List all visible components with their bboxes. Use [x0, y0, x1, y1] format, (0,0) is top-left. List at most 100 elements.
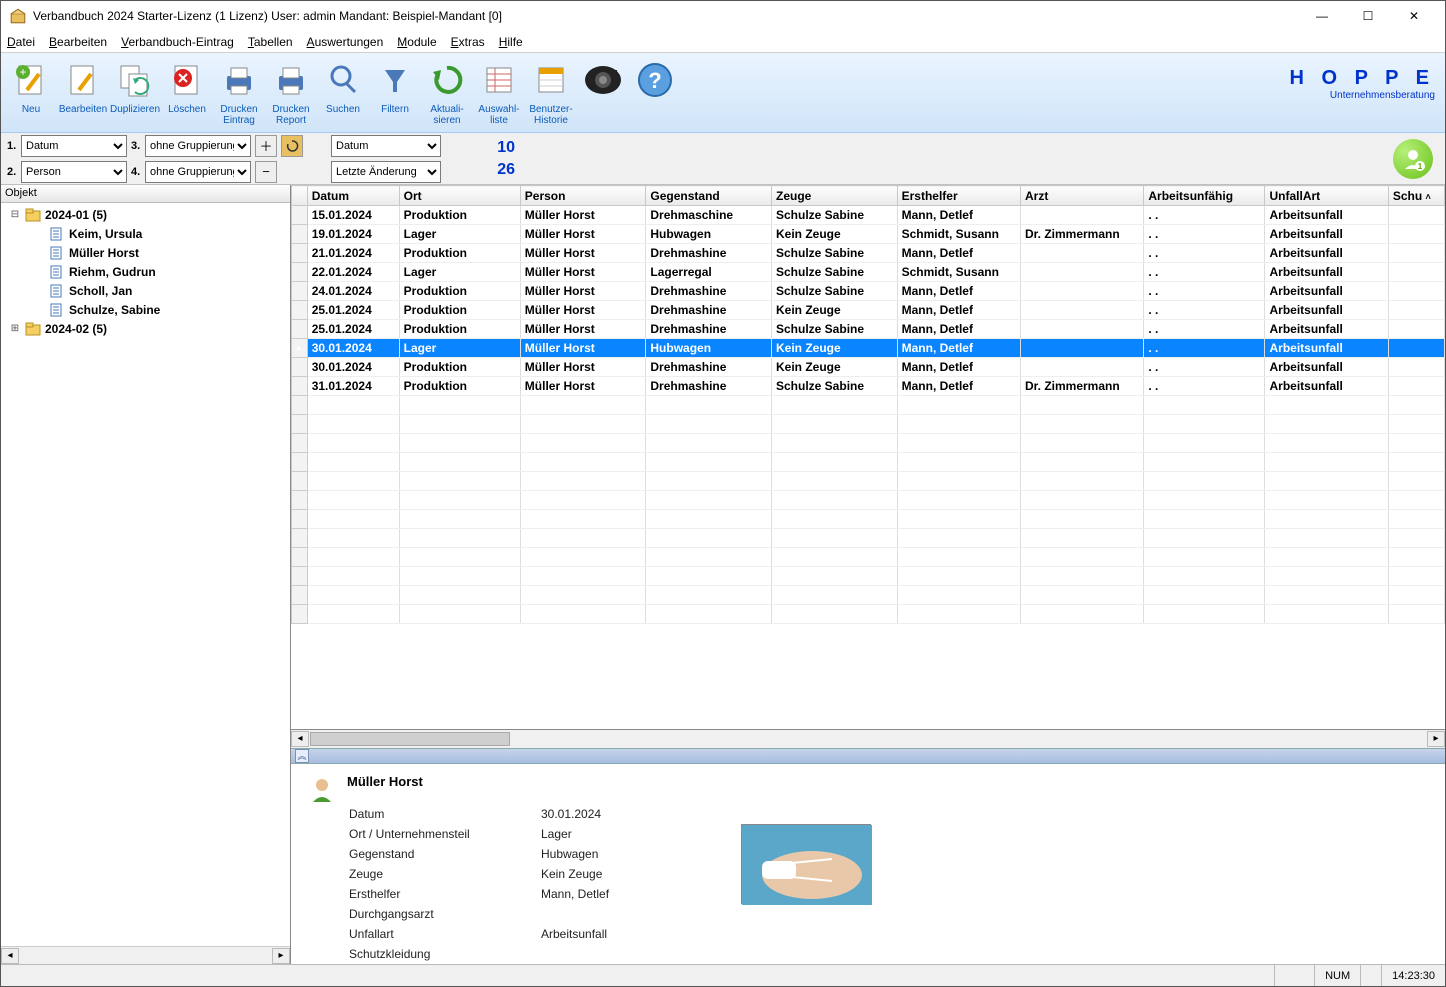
tree-panel: Objekt ⊟2024-01 (5)Keim, UrsulaMüller Ho…	[1, 185, 291, 964]
tb-auswahlliste[interactable]: Auswahl- liste	[473, 56, 525, 130]
logo: H O P P E Unternehmensberatung	[1289, 67, 1435, 101]
tb-suchen[interactable]: Suchen	[317, 56, 369, 130]
menu-bearbeiten[interactable]: Bearbeiten	[49, 35, 107, 49]
svg-text:?: ?	[648, 68, 661, 93]
menu-module[interactable]: Module	[397, 35, 436, 49]
detail-label: Ersthelfer	[349, 885, 539, 903]
detail-value	[541, 905, 629, 923]
table-row	[292, 434, 1445, 453]
col-header[interactable]: Arbeitsunfähig	[1144, 186, 1265, 206]
detail-collapse-bar[interactable]: ︽	[291, 748, 1445, 764]
table-row[interactable]: 21.01.2024ProduktionMüller HorstDrehmash…	[292, 244, 1445, 263]
col-header[interactable]: Zeuge	[772, 186, 898, 206]
menu-verbandbuch[interactable]: Verbandbuch-Eintrag	[121, 35, 234, 49]
injury-photo	[741, 824, 871, 904]
detail-value: 30.01.2024	[541, 805, 629, 823]
maximize-button[interactable]: ☐	[1345, 1, 1391, 31]
tb-bearbeiten[interactable]: Bearbeiten	[57, 56, 109, 130]
group2-select[interactable]: Person	[21, 161, 127, 183]
chevron-up-icon[interactable]: ︽	[295, 749, 309, 763]
table-row[interactable]: 25.01.2024ProduktionMüller HorstDrehmash…	[292, 301, 1445, 320]
detail-value	[541, 945, 629, 963]
tree-header: Objekt	[1, 185, 290, 203]
sort2-select[interactable]: Letzte Änderung	[331, 161, 441, 183]
tb-duplizieren[interactable]: Duplizieren	[109, 56, 161, 130]
tb-neu[interactable]: +Neu	[5, 56, 57, 130]
table-row[interactable]: 31.01.2024ProduktionMüller HorstDrehmash…	[292, 377, 1445, 396]
detail-label: Ort / Unternehmensteil	[349, 825, 539, 843]
col-header[interactable]: UnfallArt	[1265, 186, 1388, 206]
tree-hscroll[interactable]: ◂▸	[1, 946, 290, 964]
table-row[interactable]: 22.01.2024LagerMüller HorstLagerregalSch…	[292, 263, 1445, 282]
col-header[interactable]: Schu ˄	[1388, 186, 1444, 206]
col-header[interactable]: Arzt	[1020, 186, 1143, 206]
close-button[interactable]: ✕	[1391, 1, 1437, 31]
app-icon	[9, 7, 27, 25]
grid-hscroll[interactable]: ◂▸	[291, 730, 1445, 748]
col-header[interactable]: Gegenstand	[646, 186, 772, 206]
window-titlebar: Verbandbuch 2024 Starter-Lizenz (1 Lizen…	[1, 1, 1445, 31]
menu-datei[interactable]: Datei	[7, 35, 35, 49]
table-row	[292, 491, 1445, 510]
tb-filtern[interactable]: Filtern	[369, 56, 421, 130]
tb-benutzer-historie[interactable]: Benutzer- Historie	[525, 56, 577, 130]
grid[interactable]: DatumOrtPersonGegenstandZeugeErsthelferA…	[291, 185, 1445, 730]
refresh-tree-button[interactable]	[281, 135, 303, 157]
group1-select[interactable]: Datum	[21, 135, 127, 157]
tree[interactable]: ⊟2024-01 (5)Keim, UrsulaMüller HorstRieh…	[1, 203, 290, 946]
add-group-button[interactable]: ＋	[255, 135, 277, 157]
tb-loeschen[interactable]: Löschen	[161, 56, 213, 130]
tree-item[interactable]: Müller Horst	[1, 243, 290, 262]
user-badge-icon[interactable]: 1	[1393, 139, 1433, 179]
tb-drucken-eintrag[interactable]: Drucken Eintrag	[213, 56, 265, 130]
menu-hilfe[interactable]: Hilfe	[499, 35, 523, 49]
detail-name: Müller Horst	[347, 774, 423, 789]
tree-item[interactable]: Scholl, Jan	[1, 281, 290, 300]
detail-label: Datum	[349, 805, 539, 823]
table-row[interactable]: 30.01.2024ProduktionMüller HorstDrehmash…	[292, 358, 1445, 377]
table-row[interactable]: ▸30.01.2024LagerMüller HorstHubwagenKein…	[292, 339, 1445, 358]
detail-value: Arbeitsunfall	[541, 925, 629, 943]
remove-group-button[interactable]: −	[255, 161, 277, 183]
tree-folder[interactable]: ⊞2024-02 (5)	[1, 319, 290, 338]
menu-tabellen[interactable]: Tabellen	[248, 35, 293, 49]
tree-item[interactable]: Schulze, Sabine	[1, 300, 290, 319]
col-header[interactable]: Person	[520, 186, 646, 206]
tree-folder[interactable]: ⊟2024-01 (5)	[1, 205, 290, 224]
table-row	[292, 453, 1445, 472]
col-header[interactable]: Ersthelfer	[897, 186, 1020, 206]
menu-auswertungen[interactable]: Auswertungen	[307, 35, 384, 49]
tb-camera[interactable]	[577, 56, 629, 130]
col-header[interactable]: Datum	[307, 186, 399, 206]
status-time: 14:23:30	[1381, 965, 1445, 986]
tb-help[interactable]: ?	[629, 56, 681, 130]
minimize-button[interactable]: —	[1299, 1, 1345, 31]
table-row[interactable]: 19.01.2024LagerMüller HorstHubwagenKein …	[292, 225, 1445, 244]
tree-item[interactable]: Keim, Ursula	[1, 224, 290, 243]
detail-label: Gegenstand	[349, 845, 539, 863]
sort1-select[interactable]: Datum	[331, 135, 441, 157]
tb-aktualisieren[interactable]: Aktuali- sieren	[421, 56, 473, 130]
toolbar: +Neu Bearbeiten Duplizieren Löschen Druc…	[1, 53, 1445, 133]
table-row	[292, 605, 1445, 624]
detail-value: Hubwagen	[541, 845, 629, 863]
table-row[interactable]: 24.01.2024ProduktionMüller HorstDrehmash…	[292, 282, 1445, 301]
table-row	[292, 415, 1445, 434]
tree-item[interactable]: Riehm, Gudrun	[1, 262, 290, 281]
detail-value: Kein Zeuge	[541, 865, 629, 883]
table-row	[292, 586, 1445, 605]
table-row	[292, 529, 1445, 548]
svg-text:+: +	[19, 65, 26, 79]
filter-bar: 1.Datum 2.Person 3.ohne Gruppierung 4.oh…	[1, 133, 1445, 185]
table-row	[292, 396, 1445, 415]
detail-label: Durchgangsarzt	[349, 905, 539, 923]
table-row	[292, 510, 1445, 529]
tb-drucken-report[interactable]: Drucken Report	[265, 56, 317, 130]
group3-select[interactable]: ohne Gruppierung	[145, 135, 251, 157]
menu-extras[interactable]: Extras	[451, 35, 485, 49]
table-row[interactable]: 25.01.2024ProduktionMüller HorstDrehmash…	[292, 320, 1445, 339]
group4-select[interactable]: ohne Gruppierung	[145, 161, 251, 183]
table-row[interactable]: 15.01.2024ProduktionMüller HorstDrehmasc…	[292, 206, 1445, 225]
status-num: NUM	[1314, 965, 1360, 986]
col-header[interactable]: Ort	[399, 186, 520, 206]
